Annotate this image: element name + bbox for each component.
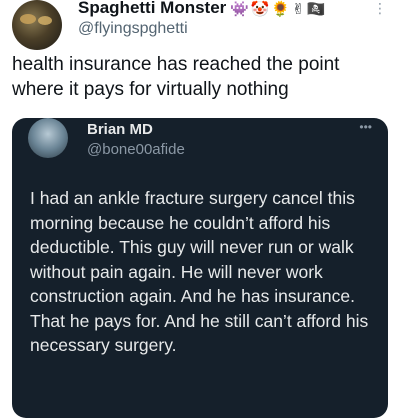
quoted-tweet-text: I had an ankle fracture surgery cancel t… — [30, 188, 369, 355]
author-name[interactable]: Spaghetti Monster — [78, 0, 226, 18]
quoted-more-options-icon[interactable]: ••• — [359, 120, 372, 134]
more-options-icon[interactable]: ⋮ — [373, 0, 388, 17]
quoted-author-handle[interactable]: @bone00afide — [87, 141, 185, 158]
author-handle[interactable]: @flyingspghetti — [78, 20, 188, 38]
author-emoji-badges: 👾🤡🌻✌🏴‍☠️ — [230, 1, 328, 18]
quoted-tweet[interactable]: Brian MD @bone00afide ••• I had an ankle… — [12, 118, 388, 418]
author-avatar[interactable] — [12, 0, 62, 50]
quoted-author-avatar[interactable] — [28, 118, 68, 158]
tweet-text: health insurance has reached the point w… — [12, 54, 340, 100]
quoted-author-name[interactable]: Brian MD — [87, 121, 153, 138]
